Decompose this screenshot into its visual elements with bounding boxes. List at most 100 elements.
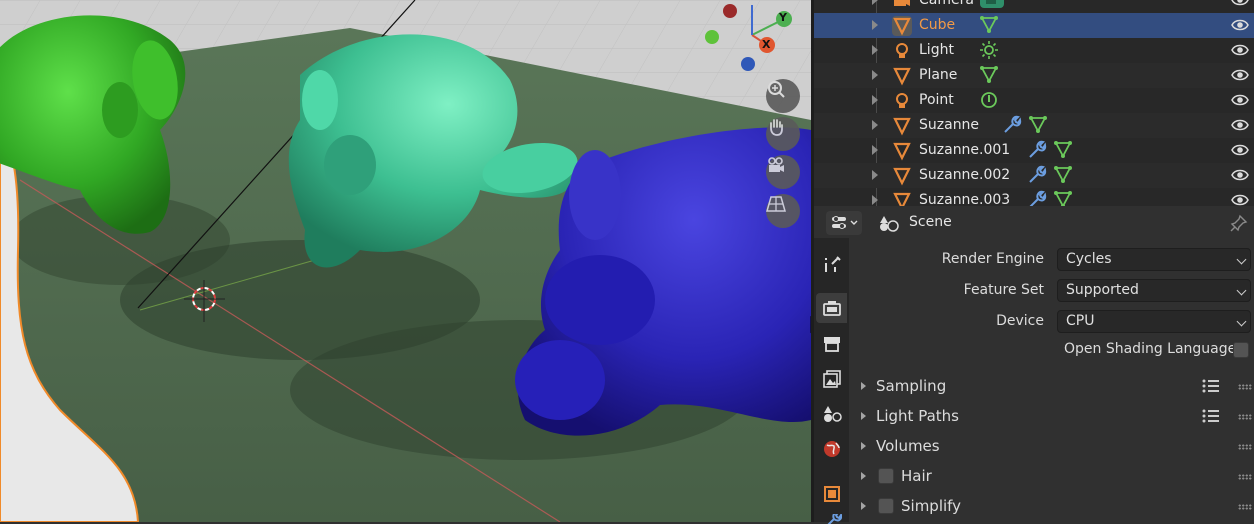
chevron-down-icon bbox=[1236, 254, 1247, 265]
outliner-item-name[interactable]: Plane bbox=[919, 67, 957, 83]
expand-arrow-icon[interactable] bbox=[872, 70, 878, 80]
expand-arrow-icon[interactable] bbox=[872, 145, 878, 155]
eye-icon[interactable] bbox=[1231, 93, 1249, 107]
wrench-modifier-icon[interactable] bbox=[1027, 165, 1047, 185]
feature-set-dropdown[interactable]: Supported bbox=[1057, 279, 1251, 302]
drag-handle-icon[interactable] bbox=[1238, 414, 1252, 420]
wrench-modifier-icon[interactable] bbox=[1002, 115, 1022, 135]
expand-arrow-icon[interactable] bbox=[861, 502, 866, 510]
perspective-toggle-button[interactable] bbox=[766, 194, 800, 228]
eye-icon[interactable] bbox=[1231, 0, 1249, 7]
render-icon bbox=[822, 301, 841, 316]
outliner-row[interactable]: Light bbox=[814, 38, 1254, 63]
expand-arrow-icon[interactable] bbox=[872, 170, 878, 180]
expand-arrow-icon[interactable] bbox=[861, 382, 866, 390]
output-icon bbox=[823, 337, 840, 352]
properties-tabs bbox=[814, 238, 849, 524]
outliner-item-name[interactable]: Camera bbox=[919, 0, 974, 8]
outliner-row[interactable]: Suzanne bbox=[814, 113, 1254, 138]
eye-icon[interactable] bbox=[1231, 193, 1249, 206]
outliner-row[interactable]: Camera bbox=[814, 0, 1254, 13]
outliner-item-name[interactable]: Suzanne.001 bbox=[919, 142, 1010, 158]
expand-arrow-icon[interactable] bbox=[872, 0, 878, 5]
outliner-item-name[interactable]: Suzanne bbox=[919, 117, 979, 133]
mesh-data-icon[interactable] bbox=[1053, 140, 1073, 160]
panel-hair[interactable]: Hair bbox=[849, 462, 1254, 491]
outliner-item-name[interactable]: Light bbox=[919, 42, 954, 58]
device-dropdown[interactable]: CPU bbox=[1057, 310, 1251, 333]
render-engine-dropdown[interactable]: Cycles bbox=[1057, 248, 1251, 271]
outliner-item-name[interactable]: Point bbox=[919, 92, 954, 108]
drag-handle-icon[interactable] bbox=[1238, 504, 1252, 510]
tab-object[interactable] bbox=[816, 479, 847, 509]
outliner-row[interactable]: Suzanne.002 bbox=[814, 163, 1254, 188]
presets-list-icon[interactable] bbox=[1202, 408, 1220, 428]
gizmo-x-label[interactable]: X bbox=[762, 38, 770, 51]
osl-checkbox[interactable] bbox=[1233, 342, 1249, 358]
eye-icon[interactable] bbox=[1231, 68, 1249, 82]
pin-icon[interactable] bbox=[1230, 214, 1248, 232]
outliner-row[interactable]: Cube bbox=[814, 13, 1254, 38]
tab-tool[interactable] bbox=[816, 250, 847, 280]
expand-arrow-icon[interactable] bbox=[872, 45, 878, 55]
panel-enable-checkbox[interactable] bbox=[878, 468, 894, 484]
panel-title: Hair bbox=[901, 467, 932, 485]
eye-icon[interactable] bbox=[1231, 43, 1249, 57]
eye-icon[interactable] bbox=[1231, 168, 1249, 182]
expand-arrow-icon[interactable] bbox=[872, 120, 878, 130]
pan-button[interactable] bbox=[766, 117, 800, 151]
panel-light-paths[interactable]: Light Paths bbox=[849, 402, 1254, 431]
editor-type-button[interactable] bbox=[826, 211, 862, 235]
outliner[interactable]: Camera Cube Light Plane Point Suzanne Suzanne.… bbox=[814, 0, 1254, 206]
light-data-icon[interactable] bbox=[979, 40, 999, 60]
camera-data-icon[interactable] bbox=[979, 0, 1005, 10]
camera-view-button[interactable] bbox=[766, 155, 800, 189]
mesh-data-icon[interactable] bbox=[979, 65, 999, 85]
outliner-item-name[interactable]: Suzanne.003 bbox=[919, 192, 1010, 206]
drag-handle-icon[interactable] bbox=[1238, 444, 1252, 450]
mesh-object-icon bbox=[892, 16, 912, 36]
mesh-data-icon[interactable] bbox=[1053, 190, 1073, 206]
chevron-down-icon bbox=[1236, 316, 1247, 327]
drag-handle-icon[interactable] bbox=[1238, 384, 1252, 390]
tab-render[interactable] bbox=[816, 293, 847, 323]
outliner-row[interactable]: Suzanne.001 bbox=[814, 138, 1254, 163]
mesh-data-icon[interactable] bbox=[1028, 115, 1048, 135]
expand-arrow-icon[interactable] bbox=[872, 195, 878, 205]
panel-sampling[interactable]: Sampling bbox=[849, 372, 1254, 401]
tab-modifiers[interactable] bbox=[816, 514, 847, 524]
panel-enable-checkbox[interactable] bbox=[878, 498, 894, 514]
outliner-item-name[interactable]: Suzanne.002 bbox=[919, 167, 1010, 183]
tab-scene[interactable] bbox=[816, 399, 847, 429]
expand-arrow-icon[interactable] bbox=[861, 442, 866, 450]
tab-output[interactable] bbox=[816, 329, 847, 359]
point-light-data-icon[interactable] bbox=[979, 90, 999, 110]
device-label: Device bbox=[996, 313, 1044, 329]
expand-arrow-icon[interactable] bbox=[872, 20, 878, 30]
3d-viewport[interactable]: Y X bbox=[0, 0, 811, 522]
panel-volumes[interactable]: Volumes bbox=[849, 432, 1254, 461]
eye-icon[interactable] bbox=[1231, 18, 1249, 32]
eye-icon[interactable] bbox=[1231, 118, 1249, 132]
expand-arrow-icon[interactable] bbox=[861, 472, 866, 480]
outliner-row[interactable]: Suzanne.003 bbox=[814, 188, 1254, 206]
scene-icon bbox=[823, 406, 842, 422]
wrench-modifier-icon[interactable] bbox=[1027, 140, 1047, 160]
gizmo-y-label[interactable]: Y bbox=[779, 11, 787, 24]
expand-arrow-icon[interactable] bbox=[861, 412, 866, 420]
presets-list-icon[interactable] bbox=[1202, 378, 1220, 398]
panel-simplify[interactable]: Simplify bbox=[849, 492, 1254, 521]
zoom-button[interactable] bbox=[766, 79, 800, 113]
mesh-data-icon[interactable] bbox=[1053, 165, 1073, 185]
outliner-row[interactable]: Point bbox=[814, 88, 1254, 113]
tab-world[interactable] bbox=[816, 434, 847, 464]
outliner-item-name[interactable]: Cube bbox=[919, 17, 955, 33]
mesh-data-icon[interactable] bbox=[979, 15, 999, 35]
tab-view-layer[interactable] bbox=[816, 364, 847, 394]
outliner-row[interactable]: Plane bbox=[814, 63, 1254, 88]
wrench-modifier-icon[interactable] bbox=[1027, 190, 1047, 206]
expand-arrow-icon[interactable] bbox=[872, 95, 878, 105]
eye-icon[interactable] bbox=[1231, 143, 1249, 157]
drag-handle-icon[interactable] bbox=[1238, 474, 1252, 480]
scene-icon bbox=[880, 216, 899, 232]
